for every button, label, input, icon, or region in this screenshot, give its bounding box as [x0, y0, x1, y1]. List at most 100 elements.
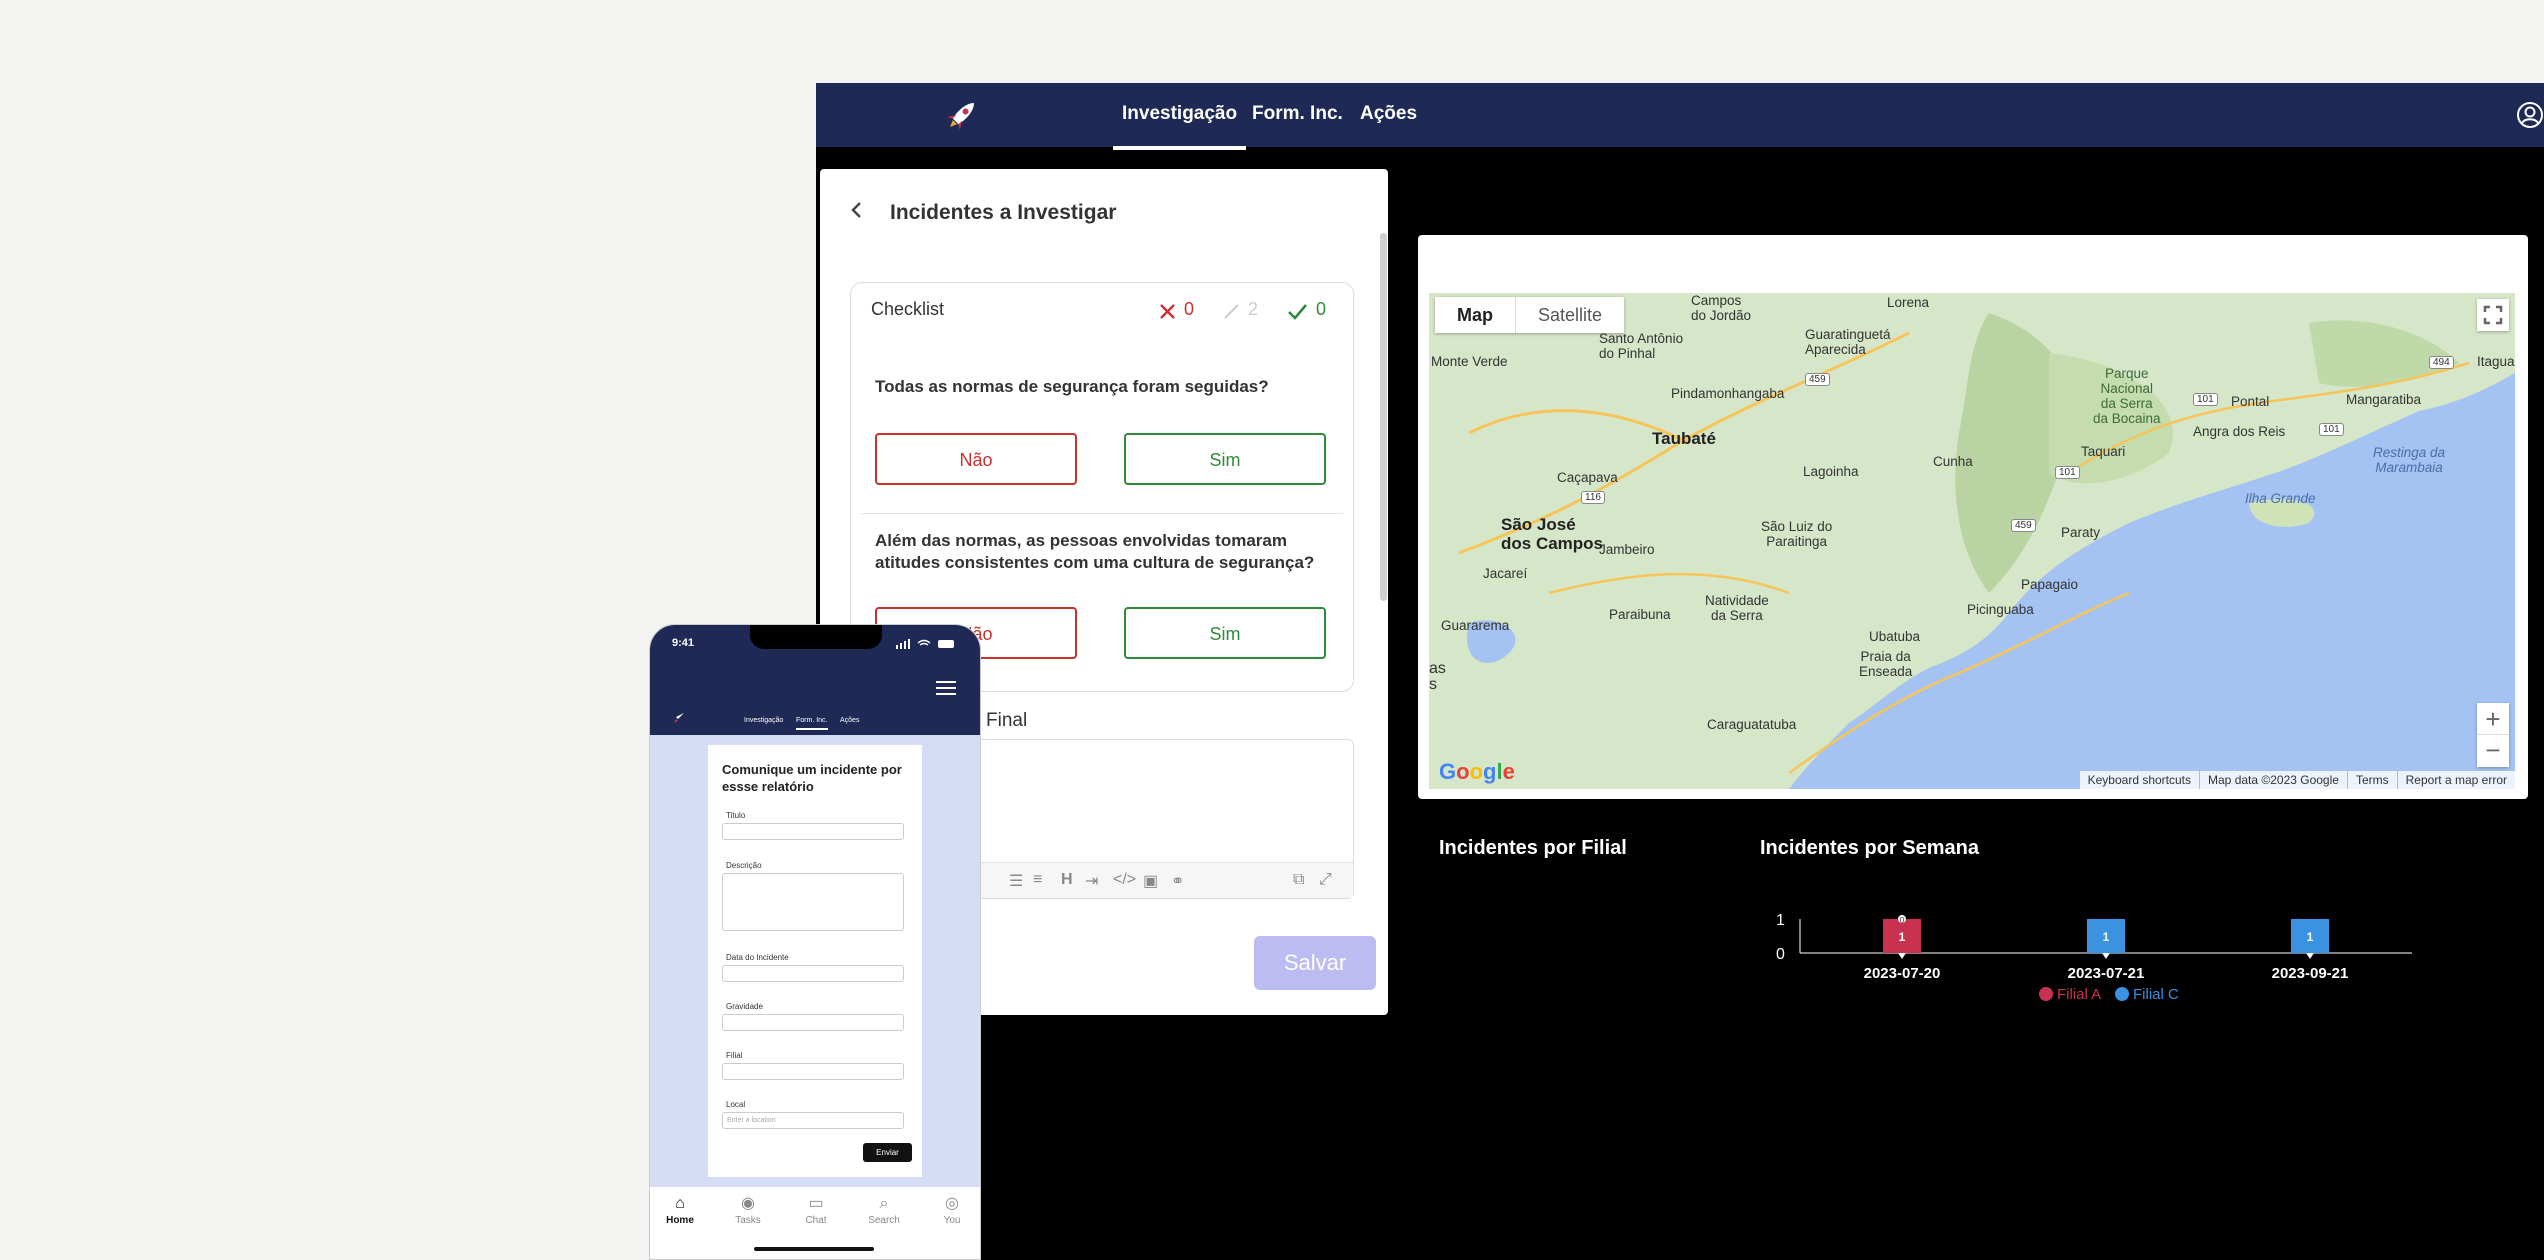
bottom-tab-search[interactable]: ⌕ Search [854, 1187, 914, 1226]
map-label: Ilha Grande [2245, 491, 2316, 506]
save-button[interactable]: Salvar [1254, 936, 1376, 990]
mobile-tab-acoes[interactable]: Ações [840, 717, 859, 724]
map-label: Caraguatatuba [1707, 717, 1797, 732]
map-card: Map Satellite Campos do Jordão Lorena Mon… [1418, 235, 2528, 799]
zoom-in-button[interactable]: + [2477, 703, 2509, 735]
keyboard-shortcuts-link[interactable]: Keyboard shortcuts [2080, 771, 2199, 789]
terms-link[interactable]: Terms [2346, 771, 2397, 789]
bullet-list-icon[interactable]: ☰ [1009, 871, 1023, 891]
filial-label: Filial [726, 1051, 743, 1060]
map-label: Caçapava [1557, 470, 1618, 485]
map-label: Guararema [1441, 618, 1510, 633]
code-block-icon[interactable]: ▣ [1143, 871, 1158, 891]
map-type-map-button[interactable]: Map [1435, 297, 1515, 333]
rocket-logo-icon[interactable] [942, 95, 982, 135]
descricao-label: Descrição [726, 861, 762, 870]
mobile-tab-form-inc[interactable]: Form. Inc. [796, 717, 828, 730]
map-label: Angra dos Reis [2193, 424, 2286, 439]
highway-shield: 101 [2193, 393, 2218, 406]
map-label: Taubaté [1652, 429, 1716, 448]
final-label: Final [986, 710, 1028, 731]
send-button[interactable]: Enviar [863, 1143, 912, 1162]
filial-select[interactable] [722, 1063, 904, 1080]
map-type-satellite-button[interactable]: Satellite [1515, 297, 1624, 333]
legend-label: Filial A [2057, 986, 2101, 1003]
hamburger-menu-icon[interactable] [936, 681, 956, 695]
zoom-out-button[interactable]: − [2477, 735, 2509, 767]
answer-yes-button-2[interactable]: Sim [1124, 607, 1326, 659]
report-error-link[interactable]: Report a map error [2396, 771, 2515, 789]
x-tick-label: 2023-07-20 [1864, 965, 1941, 982]
incident-form: Comunique um incidente por essse relatór… [708, 745, 922, 1177]
code-icon[interactable]: </> [1113, 871, 1136, 889]
bottom-tab-you[interactable]: ◎ You [922, 1187, 980, 1226]
map-label: Restinga da Marambaia [2373, 445, 2446, 475]
link-icon[interactable]: ⚭ [1171, 871, 1184, 891]
rocket-logo-icon[interactable] [672, 711, 686, 725]
panel-scrollbar[interactable] [1380, 233, 1387, 601]
divider [861, 513, 1343, 514]
legend-swatch [2115, 987, 2129, 1001]
data-label: Data do Incidente [726, 953, 789, 962]
answer-yes-button-1[interactable]: Sim [1124, 433, 1326, 485]
gravidade-select[interactable] [722, 1014, 904, 1031]
status-time: 9:41 [672, 637, 695, 649]
x-tick-label: 2023-07-21 [2068, 965, 2145, 982]
map-label: Pontal [2231, 394, 2270, 409]
gravidade-label: Gravidade [726, 1002, 763, 1011]
expand-icon[interactable]: ⤢ [1319, 871, 1332, 889]
google-logo: Google [1439, 759, 1515, 784]
map-label: Itaguaí [2477, 354, 2515, 369]
tab-investigacao[interactable]: Investigação [1112, 103, 1247, 150]
question-2-line-2: atitudes consistentes com uma cultura de… [875, 553, 1315, 572]
titulo-label: Titulo [726, 811, 746, 820]
legend-label: Filial C [2133, 986, 2179, 1003]
map-label: Praia da Enseada [1859, 649, 1913, 679]
map-label: Guaratinguetá Aparecida [1805, 327, 1891, 357]
local-input[interactable]: Enter a location [722, 1112, 904, 1129]
copy-icon[interactable]: ⧉ [1293, 871, 1304, 889]
chart-title-semana: Incidentes por Semana [1760, 837, 1979, 859]
indent-icon[interactable]: ⇥ [1085, 871, 1098, 891]
top-nav: Investigação Form. Inc. Ações [816, 83, 2544, 150]
answer-no-button-1[interactable]: Não [875, 433, 1077, 485]
mobile-tab-investigacao[interactable]: Investigação [744, 717, 783, 724]
mobile-preview: 9:41 Investigação Form. Inc. Ações Comun… [649, 624, 981, 1260]
google-map[interactable]: Map Satellite Campos do Jordão Lorena Mon… [1429, 293, 2515, 789]
map-label: São Luiz do Paraitinga [1761, 519, 1833, 549]
account-icon[interactable] [2516, 101, 2544, 129]
descricao-editor[interactable] [722, 873, 904, 931]
local-label: Local [726, 1100, 746, 1109]
count-yes: 0 [1316, 299, 1327, 319]
map-label: Santo Antônio do Pinhal [1599, 331, 1684, 361]
home-indicator [754, 1247, 874, 1251]
map-label: São José dos Campos [1501, 515, 1604, 553]
chat-icon: ▭ [808, 1195, 824, 1212]
map-label: Papagaio [2021, 577, 2079, 592]
tab-form-inc[interactable]: Form. Inc. [1252, 103, 1343, 125]
map-label: Ubatuba [1869, 629, 1921, 644]
x-tick-marker [2102, 953, 2110, 959]
data-input[interactable] [722, 965, 904, 982]
highway-shield: 459 [1805, 373, 1830, 386]
map-label: Picinguaba [1967, 602, 2034, 617]
map-data-text: Map data ©2023 Google [2199, 771, 2347, 789]
numbered-list-icon[interactable]: ≡ [1033, 871, 1042, 889]
heading-icon[interactable]: H [1061, 871, 1073, 889]
bottom-tab-tasks[interactable]: ◉ Tasks [718, 1187, 778, 1226]
back-chevron-icon[interactable] [849, 199, 865, 221]
highway-shield: 494 [2429, 356, 2454, 369]
titulo-input[interactable] [722, 823, 904, 840]
x-tick-label: 2023-09-21 [2272, 965, 2349, 982]
map-label: Monte Verde [1431, 354, 1508, 369]
fullscreen-button[interactable] [2477, 299, 2509, 331]
bottom-tab-chat[interactable]: ▭ Chat [786, 1187, 846, 1226]
zoom-control: + − [2477, 703, 2509, 767]
tab-acoes[interactable]: Ações [1360, 103, 1417, 125]
legend-swatch [2039, 987, 2053, 1001]
mobile-body: Comunique um incidente por essse relatór… [650, 735, 980, 1187]
bottom-tab-home[interactable]: ⌂ Home [650, 1187, 710, 1226]
marker-label: 0 [1900, 916, 1905, 925]
map-label: Campos do Jordão [1691, 293, 1752, 323]
map-label: Jambeiro [1599, 542, 1655, 557]
